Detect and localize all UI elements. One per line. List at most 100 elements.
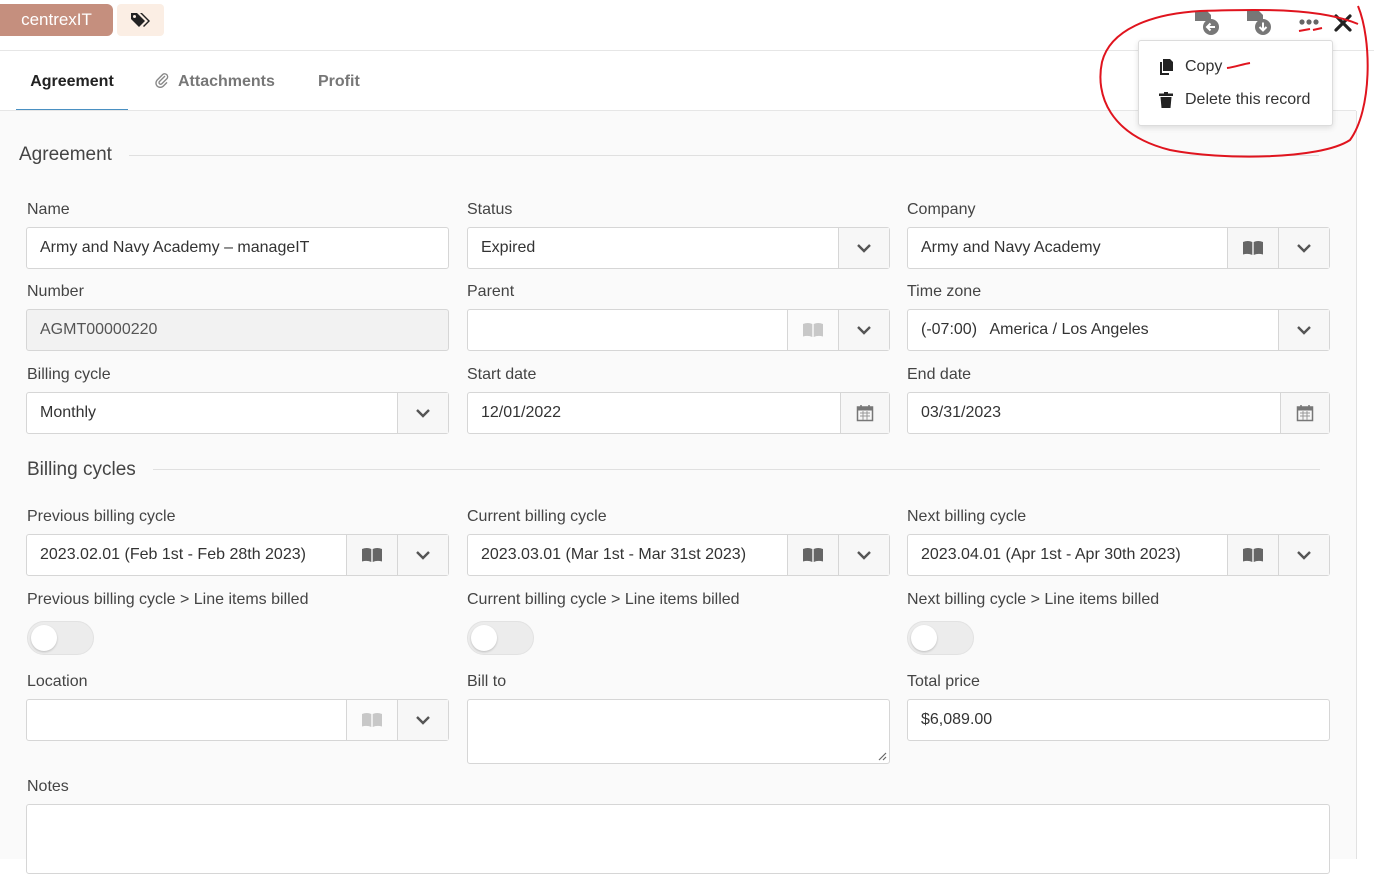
end-date-field[interactable]: 03/31/2023: [907, 392, 1330, 434]
chevron-down-icon: [857, 326, 871, 335]
location-field[interactable]: [26, 699, 449, 741]
previous-billing-cycle-field[interactable]: 2023.02.01 (Feb 1st - Feb 28th 2023): [26, 534, 449, 576]
toggle-knob: [471, 625, 497, 651]
book-icon: [362, 548, 382, 562]
company-field[interactable]: Army and Navy Academy: [907, 227, 1330, 269]
previous-billing-cycle-value: 2023.02.01 (Feb 1st - Feb 28th 2023): [40, 546, 306, 563]
book-icon: [1243, 548, 1263, 562]
start-date-calendar-button[interactable]: [840, 393, 889, 433]
previous-billing-cycle-dropdown-button[interactable]: [397, 535, 448, 575]
curr-line-items-billed-label: Current billing cycle > Line items bille…: [467, 591, 740, 608]
brand-tag[interactable]: centrexIT: [0, 4, 113, 36]
calendar-icon: [856, 405, 874, 422]
next-line-items-billed-toggle[interactable]: [907, 621, 974, 655]
company-label: Company: [907, 201, 976, 218]
resize-grip-icon: [878, 752, 887, 761]
chevron-down-icon: [1297, 244, 1311, 253]
current-billing-cycle-field[interactable]: 2023.03.01 (Mar 1st - Mar 31st 2023): [467, 534, 890, 576]
billing-cycle-value: Monthly: [40, 404, 97, 421]
start-date-value: 12/01/2022: [481, 404, 562, 421]
time-zone-dropdown-button[interactable]: [1278, 310, 1329, 350]
chevron-down-icon: [1297, 326, 1311, 335]
tab-profit[interactable]: Profit: [318, 51, 360, 109]
status-label: Status: [467, 201, 513, 218]
previous-billing-cycle-lookup-button[interactable]: [346, 535, 397, 575]
number-label: Number: [27, 283, 84, 300]
section-title-agreement: Agreement: [19, 144, 112, 165]
total-price-label: Total price: [907, 673, 980, 690]
status-select[interactable]: Expired: [467, 227, 890, 269]
end-date-label: End date: [907, 366, 972, 383]
calendar-icon: [1296, 405, 1314, 422]
prev-line-items-billed-label: Previous billing cycle > Line items bill…: [27, 591, 309, 608]
copy-icon: [1158, 58, 1178, 76]
number-field: AGMT00000220: [26, 309, 449, 351]
parent-lookup-button[interactable]: [787, 310, 838, 350]
next-billing-cycle-lookup-button[interactable]: [1227, 535, 1278, 575]
time-zone-select[interactable]: (-07:00) America / Los Angeles: [907, 309, 1330, 351]
billing-cycle-select[interactable]: Monthly: [26, 392, 449, 434]
location-dropdown-button[interactable]: [397, 700, 448, 740]
name-value: Army and Navy Academy – manageIT: [40, 239, 310, 256]
status-value: Expired: [481, 239, 536, 256]
chevron-down-icon: [857, 551, 871, 560]
end-date-calendar-button[interactable]: [1280, 393, 1329, 433]
parent-label: Parent: [467, 283, 515, 300]
more-options-button[interactable]: [1294, 8, 1324, 38]
tab-agreement[interactable]: Agreement: [16, 51, 128, 112]
book-icon: [362, 713, 382, 727]
number-value: AGMT00000220: [40, 321, 158, 338]
close-icon: [1334, 14, 1352, 32]
next-line-items-billed-label: Next billing cycle > Line items billed: [907, 591, 1160, 608]
chevron-down-icon: [1297, 551, 1311, 560]
current-billing-cycle-value: 2023.03.01 (Mar 1st - Mar 31st 2023): [481, 546, 747, 563]
prev-line-items-billed-toggle[interactable]: [27, 621, 94, 655]
close-button[interactable]: [1328, 8, 1358, 38]
bill-to-textarea[interactable]: [467, 699, 890, 764]
section-divider: [153, 469, 1320, 470]
tab-attachments[interactable]: Attachments: [154, 51, 275, 109]
menu-item-delete-label: Delete this record: [1185, 91, 1311, 108]
location-lookup-button[interactable]: [346, 700, 397, 740]
bill-to-label: Bill to: [467, 673, 507, 690]
total-price-field[interactable]: $6,089.00: [907, 699, 1330, 741]
undo-record-icon: [1195, 11, 1219, 35]
section-divider: [129, 155, 1319, 156]
book-icon: [803, 548, 823, 562]
agreement-form: Agreement Name Army and Navy Academy – m…: [0, 111, 1357, 874]
next-billing-cycle-dropdown-button[interactable]: [1278, 535, 1329, 575]
chevron-down-icon: [416, 409, 430, 418]
parent-dropdown-button[interactable]: [838, 310, 889, 350]
tab-bar: Agreement Attachments Profit: [0, 51, 1150, 112]
status-dropdown-button[interactable]: [838, 228, 889, 268]
billing-cycle-dropdown-button[interactable]: [397, 393, 448, 433]
chevron-down-icon: [416, 716, 430, 725]
current-billing-cycle-dropdown-button[interactable]: [838, 535, 889, 575]
next-billing-cycle-field[interactable]: 2023.04.01 (Apr 1st - Apr 30th 2023): [907, 534, 1330, 576]
parent-value: [468, 310, 787, 350]
company-lookup-button[interactable]: [1227, 228, 1278, 268]
curr-line-items-billed-toggle[interactable]: [467, 621, 534, 655]
book-icon: [803, 323, 823, 337]
name-field[interactable]: Army and Navy Academy – manageIT: [26, 227, 449, 269]
menu-item-copy[interactable]: Copy: [1139, 52, 1332, 82]
company-dropdown-button[interactable]: [1278, 228, 1329, 268]
save-record-icon: [1247, 11, 1271, 35]
next-billing-cycle-label: Next billing cycle: [907, 508, 1027, 525]
start-date-field[interactable]: 12/01/2022: [467, 392, 890, 434]
total-price-value: $6,089.00: [921, 711, 993, 728]
notes-textarea[interactable]: [26, 804, 1330, 874]
toggle-knob: [911, 625, 937, 651]
parent-field[interactable]: [467, 309, 890, 351]
location-label: Location: [27, 673, 88, 690]
next-billing-cycle-value: 2023.04.01 (Apr 1st - Apr 30th 2023): [921, 546, 1181, 563]
time-zone-value: (-07:00) America / Los Angeles: [921, 321, 1149, 338]
menu-item-delete[interactable]: Delete this record: [1139, 85, 1332, 115]
menu-item-copy-label: Copy: [1185, 58, 1223, 75]
current-billing-cycle-lookup-button[interactable]: [787, 535, 838, 575]
tags-button[interactable]: [117, 4, 164, 36]
more-options-menu: Copy Delete this record: [1138, 40, 1333, 126]
toggle-knob: [31, 625, 57, 651]
save-record-button[interactable]: [1243, 8, 1273, 38]
undo-record-button[interactable]: [1191, 8, 1221, 38]
